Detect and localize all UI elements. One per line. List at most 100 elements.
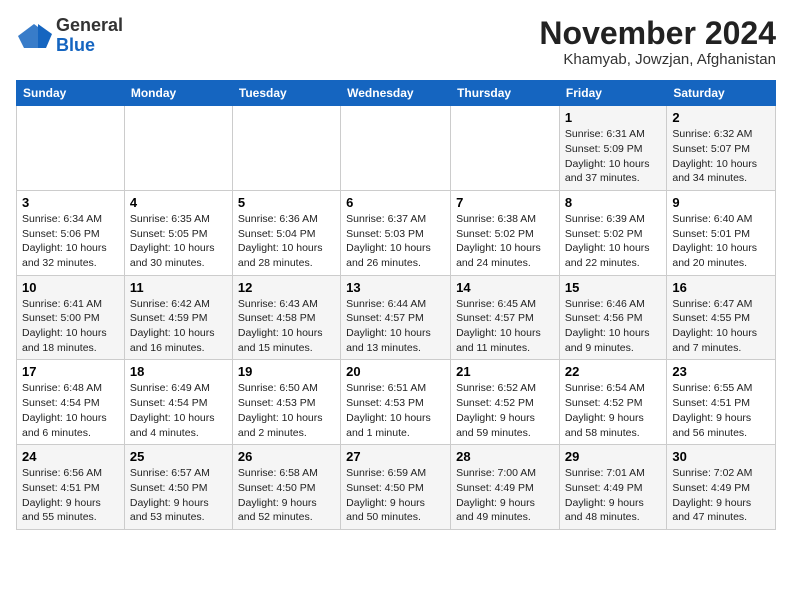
day-info: Sunrise: 7:02 AM Sunset: 4:49 PM Dayligh…	[672, 466, 770, 525]
day-number: 22	[565, 364, 661, 379]
weekday-header-friday: Friday	[559, 81, 666, 106]
day-info: Sunrise: 6:34 AM Sunset: 5:06 PM Dayligh…	[22, 212, 119, 271]
calendar-cell	[124, 106, 232, 191]
calendar-cell	[451, 106, 560, 191]
logo-general: General	[56, 15, 123, 35]
day-info: Sunrise: 6:54 AM Sunset: 4:52 PM Dayligh…	[565, 381, 661, 440]
day-number: 27	[346, 449, 445, 464]
calendar-cell: 6Sunrise: 6:37 AM Sunset: 5:03 PM Daylig…	[341, 190, 451, 275]
day-info: Sunrise: 6:46 AM Sunset: 4:56 PM Dayligh…	[565, 297, 661, 356]
day-info: Sunrise: 7:01 AM Sunset: 4:49 PM Dayligh…	[565, 466, 661, 525]
calendar-cell: 25 Sunrise: 6:57 AM Sunset: 4:50 PM Dayli…	[124, 445, 232, 530]
logo: General Blue	[16, 16, 123, 56]
weekday-header-row: SundayMondayTuesdayWednesdayThursdayFrid…	[17, 81, 776, 106]
day-number: 30	[672, 449, 770, 464]
logo-blue: Blue	[56, 35, 95, 55]
calendar-cell: 11 Sunrise: 6:42 AM Sunset: 4:59 PM Dayli…	[124, 275, 232, 360]
day-info: Sunrise: 6:59 AM Sunset: 4:50 PM Dayligh…	[346, 466, 445, 525]
calendar-cell: 14 Sunrise: 6:45 AM Sunset: 4:57 PM Dayli…	[451, 275, 560, 360]
day-info: Sunrise: 6:41 AM Sunset: 5:00 PM Dayligh…	[22, 297, 119, 356]
day-info: Sunrise: 6:57 AM Sunset: 4:50 PM Dayligh…	[130, 466, 227, 525]
day-info: Sunrise: 6:51 AM Sunset: 4:53 PM Dayligh…	[346, 381, 445, 440]
day-info: Sunrise: 6:45 AM Sunset: 4:57 PM Dayligh…	[456, 297, 554, 356]
logo-text: General Blue	[56, 16, 123, 56]
week-row-1: 1 Sunrise: 6:31 AM Sunset: 5:09 PM Daylig…	[17, 106, 776, 191]
day-number: 23	[672, 364, 770, 379]
calendar-table: SundayMondayTuesdayWednesdayThursdayFrid…	[16, 80, 776, 530]
calendar-cell: 22 Sunrise: 6:54 AM Sunset: 4:52 PM Dayli…	[559, 360, 666, 445]
day-number: 14	[456, 280, 554, 295]
week-row-4: 17 Sunrise: 6:48 AM Sunset: 4:54 PM Dayli…	[17, 360, 776, 445]
day-info: Sunrise: 6:40 AM Sunset: 5:01 PM Dayligh…	[672, 212, 770, 271]
day-info: Sunrise: 6:49 AM Sunset: 4:54 PM Dayligh…	[130, 381, 227, 440]
week-row-2: 3 Sunrise: 6:34 AM Sunset: 5:06 PM Daylig…	[17, 190, 776, 275]
calendar-cell: 20Sunrise: 6:51 AM Sunset: 4:53 PM Dayli…	[341, 360, 451, 445]
day-number: 21	[456, 364, 554, 379]
day-number: 17	[22, 364, 119, 379]
weekday-header-thursday: Thursday	[451, 81, 560, 106]
calendar-cell: 2 Sunrise: 6:32 AM Sunset: 5:07 PM Daylig…	[667, 106, 776, 191]
day-number: 8	[565, 195, 661, 210]
day-info: Sunrise: 6:58 AM Sunset: 4:50 PM Dayligh…	[238, 466, 335, 525]
day-number: 29	[565, 449, 661, 464]
weekday-header-wednesday: Wednesday	[341, 81, 451, 106]
day-number: 11	[130, 280, 227, 295]
page-header: General Blue November 2024 Khamyab, Jowz…	[16, 16, 776, 68]
day-info: Sunrise: 6:44 AM Sunset: 4:57 PM Dayligh…	[346, 297, 445, 356]
calendar-cell: 16Sunrise: 6:47 AM Sunset: 4:55 PM Dayli…	[667, 275, 776, 360]
calendar-cell: 10 Sunrise: 6:41 AM Sunset: 5:00 PM Dayli…	[17, 275, 125, 360]
day-number: 25	[130, 449, 227, 464]
day-info: Sunrise: 6:47 AM Sunset: 4:55 PM Dayligh…	[672, 297, 770, 356]
logo-icon	[16, 22, 52, 50]
calendar-cell: 27 Sunrise: 6:59 AM Sunset: 4:50 PM Dayli…	[341, 445, 451, 530]
day-info: Sunrise: 6:56 AM Sunset: 4:51 PM Dayligh…	[22, 466, 119, 525]
day-info: Sunrise: 6:37 AM Sunset: 5:03 PM Dayligh…	[346, 212, 445, 271]
day-number: 26	[238, 449, 335, 464]
calendar-cell: 15 Sunrise: 6:46 AM Sunset: 4:56 PM Dayli…	[559, 275, 666, 360]
calendar-cell: 23 Sunrise: 6:55 AM Sunset: 4:51 PM Dayli…	[667, 360, 776, 445]
day-info: Sunrise: 6:38 AM Sunset: 5:02 PM Dayligh…	[456, 212, 554, 271]
day-number: 19	[238, 364, 335, 379]
calendar-cell: 12 Sunrise: 6:43 AM Sunset: 4:58 PM Dayli…	[232, 275, 340, 360]
day-info: Sunrise: 6:32 AM Sunset: 5:07 PM Dayligh…	[672, 127, 770, 186]
day-number: 4	[130, 195, 227, 210]
day-number: 12	[238, 280, 335, 295]
calendar-cell: 29 Sunrise: 7:01 AM Sunset: 4:49 PM Dayli…	[559, 445, 666, 530]
day-number: 10	[22, 280, 119, 295]
calendar-cell	[17, 106, 125, 191]
day-number: 5	[238, 195, 335, 210]
calendar-cell: 26 Sunrise: 6:58 AM Sunset: 4:50 PM Dayli…	[232, 445, 340, 530]
weekday-header-monday: Monday	[124, 81, 232, 106]
month-title: November 2024	[539, 16, 776, 51]
calendar-cell: 18Sunrise: 6:49 AM Sunset: 4:54 PM Dayli…	[124, 360, 232, 445]
calendar-cell: 13Sunrise: 6:44 AM Sunset: 4:57 PM Dayli…	[341, 275, 451, 360]
day-info: Sunrise: 6:52 AM Sunset: 4:52 PM Dayligh…	[456, 381, 554, 440]
calendar-cell: 21 Sunrise: 6:52 AM Sunset: 4:52 PM Dayli…	[451, 360, 560, 445]
calendar-cell: 9 Sunrise: 6:40 AM Sunset: 5:01 PM Daylig…	[667, 190, 776, 275]
day-number: 7	[456, 195, 554, 210]
day-info: Sunrise: 6:43 AM Sunset: 4:58 PM Dayligh…	[238, 297, 335, 356]
day-info: Sunrise: 6:36 AM Sunset: 5:04 PM Dayligh…	[238, 212, 335, 271]
day-number: 2	[672, 110, 770, 125]
week-row-5: 24 Sunrise: 6:56 AM Sunset: 4:51 PM Dayli…	[17, 445, 776, 530]
calendar-cell: 7 Sunrise: 6:38 AM Sunset: 5:02 PM Daylig…	[451, 190, 560, 275]
day-info: Sunrise: 6:42 AM Sunset: 4:59 PM Dayligh…	[130, 297, 227, 356]
calendar-cell: 19Sunrise: 6:50 AM Sunset: 4:53 PM Dayli…	[232, 360, 340, 445]
day-info: Sunrise: 6:39 AM Sunset: 5:02 PM Dayligh…	[565, 212, 661, 271]
calendar-cell: 3 Sunrise: 6:34 AM Sunset: 5:06 PM Daylig…	[17, 190, 125, 275]
day-number: 24	[22, 449, 119, 464]
calendar-cell: 1 Sunrise: 6:31 AM Sunset: 5:09 PM Daylig…	[559, 106, 666, 191]
day-number: 15	[565, 280, 661, 295]
day-number: 3	[22, 195, 119, 210]
week-row-3: 10 Sunrise: 6:41 AM Sunset: 5:00 PM Dayli…	[17, 275, 776, 360]
calendar-cell: 8 Sunrise: 6:39 AM Sunset: 5:02 PM Daylig…	[559, 190, 666, 275]
calendar-cell: 30 Sunrise: 7:02 AM Sunset: 4:49 PM Dayli…	[667, 445, 776, 530]
day-info: Sunrise: 6:31 AM Sunset: 5:09 PM Dayligh…	[565, 127, 661, 186]
calendar-cell: 5 Sunrise: 6:36 AM Sunset: 5:04 PM Daylig…	[232, 190, 340, 275]
calendar-cell	[232, 106, 340, 191]
day-number: 9	[672, 195, 770, 210]
day-number: 1	[565, 110, 661, 125]
weekday-header-tuesday: Tuesday	[232, 81, 340, 106]
day-info: Sunrise: 6:48 AM Sunset: 4:54 PM Dayligh…	[22, 381, 119, 440]
day-info: Sunrise: 6:55 AM Sunset: 4:51 PM Dayligh…	[672, 381, 770, 440]
